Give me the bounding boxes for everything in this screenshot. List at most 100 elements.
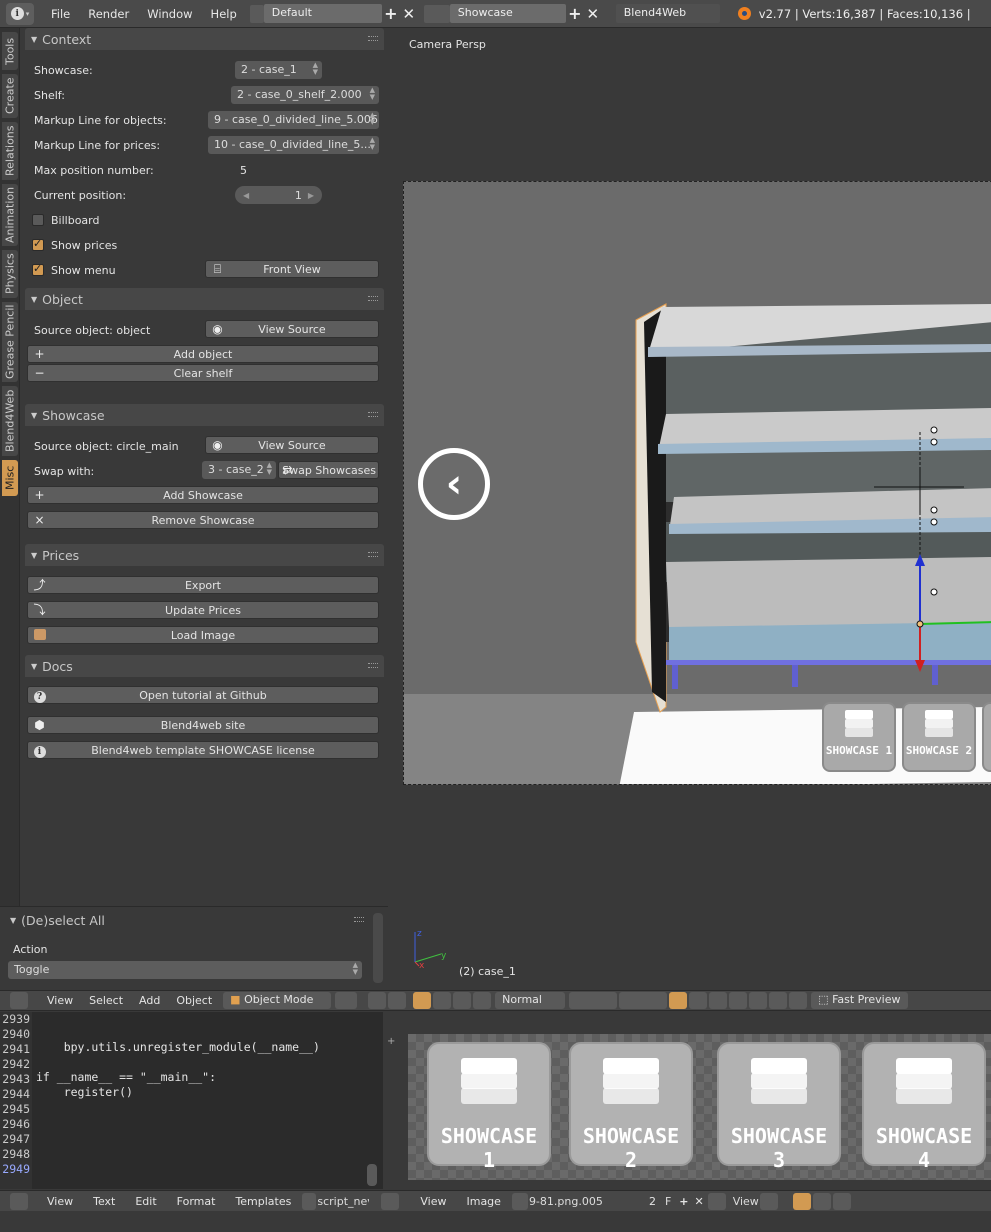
manipulator-icon[interactable]	[413, 992, 432, 1009]
grip-icon[interactable]	[368, 296, 378, 301]
3d-viewport[interactable]: Camera Persp ‹ SHOWCASE 1 SHOWCASE 2 z y…	[389, 28, 991, 990]
text-editor-type-button[interactable]	[10, 1192, 28, 1210]
object-view-source-button[interactable]: ◉ View Source	[205, 320, 379, 338]
script-name-field[interactable]: script_nev	[317, 1195, 369, 1208]
open-tutorial-button[interactable]: ? Open tutorial at Github	[27, 686, 379, 704]
billboard-checkbox[interactable]	[32, 214, 44, 226]
image-name-field[interactable]: 9-81.png.005	[529, 1195, 645, 1208]
add-layout-button[interactable]: +	[382, 4, 400, 23]
add-showcase-button[interactable]: + Add Showcase	[27, 486, 379, 504]
scene-icon[interactable]	[423, 4, 450, 23]
decrement-icon[interactable]: ◀	[243, 191, 249, 200]
mode-select[interactable]: ■ Object Mode	[223, 992, 332, 1009]
layers-grid-2[interactable]	[619, 992, 668, 1009]
proportional-edit-icon[interactable]	[689, 992, 708, 1009]
text-menu[interactable]: Text	[83, 1195, 125, 1208]
plus-icon[interactable]: +	[387, 1036, 395, 1047]
license-button[interactable]: i Blend4web template SHOWCASE license	[27, 741, 379, 759]
tab-misc[interactable]: Misc	[2, 460, 18, 496]
delete-scene-button[interactable]: ✕	[584, 5, 602, 23]
grip-icon[interactable]	[368, 663, 378, 668]
grip-icon[interactable]	[354, 917, 364, 922]
action-select[interactable]: Toggle ▲ ▼	[8, 961, 362, 979]
menu-help[interactable]: Help	[202, 7, 246, 21]
snap-align-icon[interactable]	[749, 992, 768, 1009]
delete-layout-button[interactable]: ✕	[400, 5, 418, 23]
export-button[interactable]: ⤴ Export	[27, 576, 379, 594]
lock-layers-icon[interactable]	[669, 992, 688, 1009]
remove-showcase-button[interactable]: × Remove Showcase	[27, 511, 379, 529]
transform-icon[interactable]	[388, 992, 407, 1009]
tab-relations[interactable]: Relations	[2, 122, 18, 180]
editor-type-button[interactable]	[10, 992, 28, 1009]
scale-icon[interactable]	[473, 992, 492, 1009]
edit-menu[interactable]: Edit	[125, 1195, 166, 1208]
rotate-icon[interactable]	[453, 992, 472, 1009]
editor-type-button[interactable]: i ▾	[6, 2, 34, 25]
clear-shelf-button[interactable]: − Clear shelf	[27, 364, 379, 382]
fake-user-button[interactable]: F	[660, 1194, 676, 1209]
shelf-select[interactable]: 2 - case_0_shelf_2.000 ▲ ▼	[231, 86, 379, 104]
channel-display-icon[interactable]	[832, 1192, 851, 1210]
select-menu[interactable]: Select	[81, 994, 131, 1007]
image-editor[interactable]: + SHOWCASE 1 SHOWCASE 2 SHOWCASE 3 SHOWC…	[384, 1012, 991, 1189]
snap-icon[interactable]	[709, 992, 728, 1009]
templates-menu[interactable]: Templates	[225, 1195, 301, 1208]
view-menu[interactable]: View	[39, 994, 81, 1007]
render-icon[interactable]	[769, 992, 788, 1009]
swap-showcases-button[interactable]: ⇄ Swap Showcases	[278, 461, 379, 479]
operator-scrollbar[interactable]	[373, 913, 383, 983]
update-prices-button[interactable]: ⤵ Update Prices	[27, 601, 379, 619]
menu-window[interactable]: Window	[138, 7, 201, 21]
showcase-select[interactable]: 2 - case_1 ▲ ▼	[235, 61, 322, 79]
text-datablock-icon[interactable]	[302, 1192, 317, 1210]
show-menu-checkbox[interactable]	[32, 262, 44, 276]
object-panel-header[interactable]: ▼ Object	[25, 288, 384, 310]
fast-preview-button[interactable]: ⬚ Fast Preview	[811, 992, 908, 1009]
uv-icon[interactable]	[759, 1192, 778, 1210]
image-view-menu[interactable]: View	[410, 1195, 456, 1208]
tab-create[interactable]: Create	[2, 74, 18, 118]
add-menu[interactable]: Add	[131, 994, 168, 1007]
increment-icon[interactable]: ▶	[308, 191, 314, 200]
tab-tools[interactable]: Tools	[2, 32, 18, 70]
load-image-button[interactable]: Load Image	[27, 626, 379, 644]
current-position-field[interactable]: ◀ 1 ▶	[235, 186, 322, 204]
text-scrollbar[interactable]	[367, 1164, 377, 1186]
image-editor-type-button[interactable]	[381, 1192, 400, 1210]
tab-grease-pencil[interactable]: Grease Pencil	[2, 302, 18, 382]
menu-render[interactable]: Render	[79, 7, 138, 21]
grip-icon[interactable]	[368, 412, 378, 417]
unlink-image-button[interactable]: ✕	[691, 1195, 706, 1208]
tab-blend4web[interactable]: Blend4Web	[2, 386, 18, 456]
view-mode-select[interactable]: View	[733, 1195, 759, 1208]
checker-display-icon[interactable]	[812, 1192, 831, 1210]
text-editor[interactable]: 2939 2940 2941 2942 2943 2944 2945 2946 2947 2948…	[0, 1012, 383, 1204]
prices-panel-header[interactable]: ▼ Prices	[25, 544, 384, 566]
tab-physics[interactable]: Physics	[2, 250, 18, 298]
docs-panel-header[interactable]: ▼ Docs	[25, 655, 384, 677]
image-menu[interactable]: Image	[456, 1195, 510, 1208]
snap-target-icon[interactable]	[729, 992, 748, 1009]
format-menu[interactable]: Format	[167, 1195, 226, 1208]
context-panel-header[interactable]: ▼ Context	[25, 28, 384, 50]
engine-select[interactable]: Blend4Web	[615, 4, 720, 23]
tab-animation[interactable]: Animation	[2, 184, 18, 246]
pivot-icon[interactable]	[368, 992, 387, 1009]
layout-icon[interactable]	[249, 4, 264, 23]
translate-icon[interactable]	[433, 992, 452, 1009]
front-view-button[interactable]: ⌸ Front View	[205, 260, 379, 278]
blend4web-site-button[interactable]: ⬢ Blend4web site	[27, 716, 379, 734]
showcase-panel-header[interactable]: ▼ Showcase	[25, 404, 384, 426]
markup-objects-select[interactable]: 9 - case_0_divided_line_5.006 ▲ ▼	[208, 111, 379, 129]
new-image-button[interactable]: +	[676, 1195, 691, 1208]
pin-icon[interactable]	[707, 1192, 726, 1210]
object-menu[interactable]: Object	[168, 994, 220, 1007]
image-users-count[interactable]: 2	[645, 1195, 660, 1208]
layers-grid-1[interactable]	[569, 992, 618, 1009]
grip-icon[interactable]	[368, 552, 378, 557]
alpha-display-icon[interactable]	[792, 1192, 811, 1210]
orientation-select[interactable]: Normal	[495, 992, 566, 1009]
add-scene-button[interactable]: +	[566, 4, 584, 23]
markup-prices-select[interactable]: 10 - case_0_divided_line_5.... ▲ ▼	[208, 136, 379, 154]
